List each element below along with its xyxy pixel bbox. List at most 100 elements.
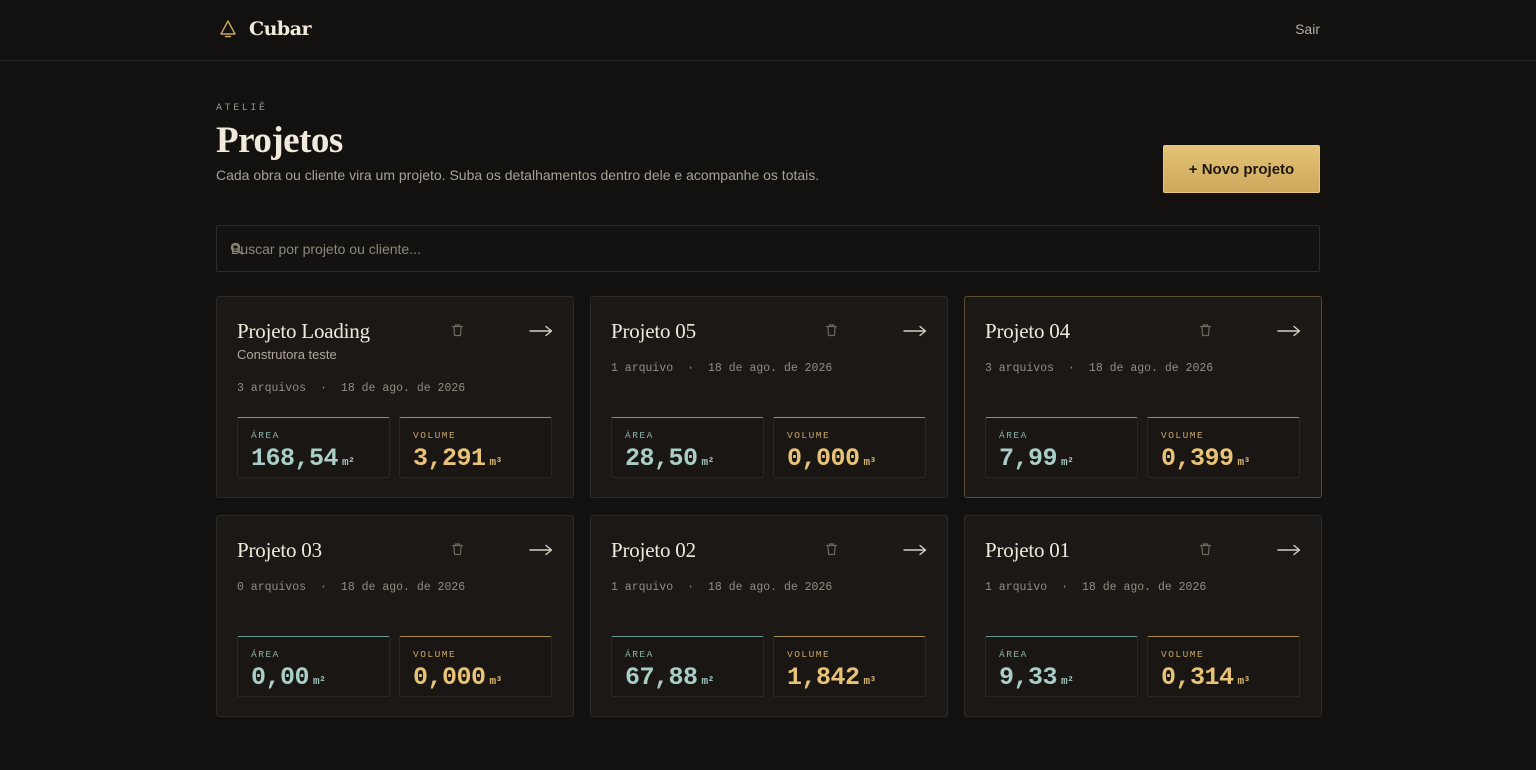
trash-icon[interactable] — [825, 323, 838, 337]
area-value-row: 67,88 m² — [625, 663, 714, 692]
trash-icon[interactable] — [1199, 542, 1212, 556]
arrow-right-icon[interactable] — [903, 544, 927, 556]
volume-label: VOLUME — [413, 649, 457, 660]
volume-label: VOLUME — [787, 430, 831, 441]
volume-value: 0,000 — [413, 663, 486, 692]
app-name: Cubar — [249, 18, 312, 40]
area-value: 67,88 — [625, 663, 698, 692]
file-count: 3 arquivos — [985, 362, 1055, 375]
area-value: 9,33 — [999, 663, 1058, 692]
arrow-right-icon[interactable] — [903, 325, 927, 337]
search-input[interactable] — [217, 226, 1319, 271]
project-meta: 3 arquivos · 18 de ago. de 2026 — [237, 382, 465, 395]
volume-unit: m³ — [489, 676, 503, 688]
area-unit: m² — [701, 676, 715, 688]
project-date: 18 de ago. de 2026 — [340, 581, 466, 594]
area-unit: m² — [313, 676, 326, 688]
volume-unit: m³ — [1237, 676, 1251, 688]
volume-unit: m³ — [863, 457, 877, 469]
new-project-button[interactable]: + Novo projeto — [1163, 145, 1320, 193]
meta-separator: · — [1061, 581, 1069, 594]
logout-link[interactable]: Sair — [1295, 21, 1320, 37]
project-name: Projeto Loading — [237, 319, 370, 343]
volume-value-row: 0,314 m³ — [1161, 663, 1250, 692]
project-name: Projeto 04 — [985, 319, 1070, 343]
project-date: 18 de ago. de 2026 — [340, 382, 466, 395]
project-meta: 1 arquivo · 18 de ago. de 2026 — [611, 362, 832, 375]
project-date: 18 de ago. de 2026 — [708, 581, 833, 594]
meta-separator: · — [687, 362, 695, 375]
file-count: 1 arquivo — [611, 362, 674, 375]
project-card[interactable]: Projeto 05 1 arquivo · 18 de ago. de 202… — [590, 296, 948, 498]
volume-stat: VOLUME 3,291 m³ — [399, 417, 552, 478]
file-count: 1 arquivo — [611, 581, 674, 594]
meta-separator: · — [687, 581, 695, 594]
project-card[interactable]: Projeto 01 1 arquivo · 18 de ago. de 202… — [964, 515, 1322, 717]
area-value: 0,00 — [251, 663, 310, 692]
trash-icon[interactable] — [1199, 323, 1212, 337]
area-stat: ÁREA 67,88 m² — [611, 636, 764, 697]
project-meta: 3 arquivos · 18 de ago. de 2026 — [985, 362, 1213, 375]
area-stat: ÁREA 0,00 m² — [237, 636, 390, 697]
volume-value: 0,000 — [787, 444, 860, 473]
project-card[interactable]: Projeto Loading Construtora teste 3 arqu… — [216, 296, 574, 498]
project-date: 18 de ago. de 2026 — [1082, 581, 1207, 594]
volume-stat: VOLUME 0,000 m³ — [399, 636, 552, 697]
project-client: Construtora teste — [237, 347, 337, 362]
volume-label: VOLUME — [787, 649, 831, 660]
volume-label: VOLUME — [1161, 649, 1205, 660]
page-title: Projetos — [216, 120, 343, 161]
area-stat: ÁREA 168,54 m² — [237, 417, 390, 478]
project-name: Projeto 02 — [611, 538, 696, 562]
brand[interactable]: Cubar — [219, 18, 312, 40]
trash-icon[interactable] — [451, 542, 464, 556]
area-label: ÁREA — [251, 649, 280, 660]
arrow-right-icon[interactable] — [1277, 325, 1301, 337]
volume-value: 1,842 — [787, 663, 860, 692]
project-card[interactable]: Projeto 02 1 arquivo · 18 de ago. de 202… — [590, 515, 948, 717]
project-meta: 0 arquivos · 18 de ago. de 2026 — [237, 581, 465, 594]
area-value-row: 9,33 m² — [999, 663, 1074, 692]
project-date: 18 de ago. de 2026 — [1088, 362, 1214, 375]
area-label: ÁREA — [625, 649, 654, 660]
project-name: Projeto 01 — [985, 538, 1070, 562]
trash-icon[interactable] — [825, 542, 838, 556]
project-name: Projeto 05 — [611, 319, 696, 343]
project-card[interactable]: Projeto 03 0 arquivos · 18 de ago. de 20… — [216, 515, 574, 717]
volume-value-row: 1,842 m³ — [787, 663, 876, 692]
area-value: 7,99 — [999, 444, 1058, 473]
logo-icon — [220, 20, 236, 38]
volume-value-row: 0,000 m³ — [787, 444, 876, 473]
file-count: 0 arquivos — [237, 581, 307, 594]
volume-stat: VOLUME 0,399 m³ — [1147, 417, 1300, 478]
area-value-row: 28,50 m² — [625, 444, 714, 473]
trash-icon[interactable] — [451, 323, 464, 337]
volume-value: 0,314 — [1161, 663, 1234, 692]
search-bar[interactable] — [216, 225, 1320, 272]
area-value-row: 0,00 m² — [251, 663, 326, 692]
area-unit: m² — [342, 457, 355, 469]
volume-stat: VOLUME 0,314 m³ — [1147, 636, 1300, 697]
project-card[interactable]: Projeto 04 3 arquivos · 18 de ago. de 20… — [964, 296, 1322, 498]
area-stat: ÁREA 9,33 m² — [985, 636, 1138, 697]
meta-separator: · — [1068, 362, 1075, 375]
volume-value: 3,291 — [413, 444, 486, 473]
file-count: 3 arquivos — [237, 382, 307, 395]
area-label: ÁREA — [625, 430, 654, 441]
volume-value-row: 0,000 m³ — [413, 663, 502, 692]
project-meta: 1 arquivo · 18 de ago. de 2026 — [985, 581, 1206, 594]
area-unit: m² — [701, 457, 715, 469]
project-date: 18 de ago. de 2026 — [708, 362, 833, 375]
area-value-row: 7,99 m² — [999, 444, 1074, 473]
arrow-right-icon[interactable] — [529, 544, 553, 556]
volume-unit: m³ — [863, 676, 877, 688]
project-meta: 1 arquivo · 18 de ago. de 2026 — [611, 581, 832, 594]
area-value: 168,54 — [251, 444, 339, 473]
section-eyebrow: ATELIÊ — [216, 103, 268, 114]
meta-separator: · — [320, 581, 327, 594]
volume-value: 0,399 — [1161, 444, 1234, 473]
arrow-right-icon[interactable] — [1277, 544, 1301, 556]
project-grid: Projeto Loading Construtora teste 3 arqu… — [216, 296, 1322, 717]
arrow-right-icon[interactable] — [529, 325, 553, 337]
page-subtitle: Cada obra ou cliente vira um projeto. Su… — [216, 166, 820, 183]
